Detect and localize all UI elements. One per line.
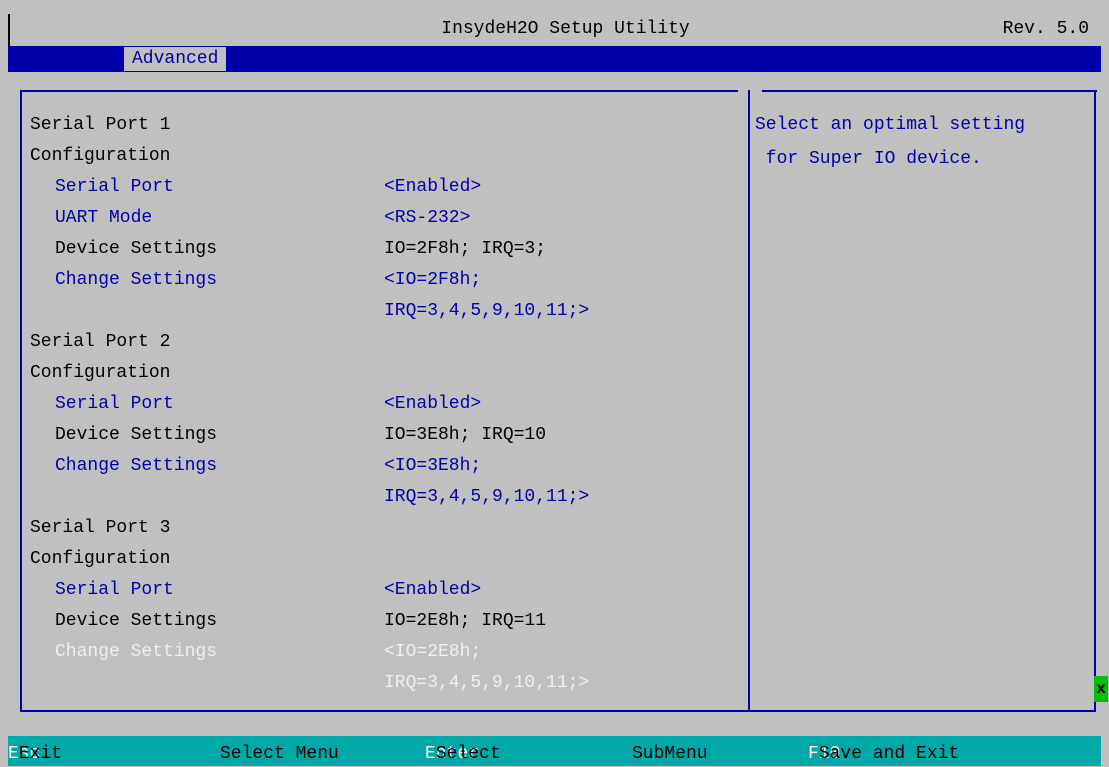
footer-bar: Esc Exit Select Menu Enter Select SubMen… [8,736,1101,766]
setting-row[interactable]: Change Settings <IO=3E8h; [0,453,740,479]
revision-label: Rev. 5.0 [1002,19,1089,39]
setting-value: IO=2E8h; IRQ=11 [384,611,547,631]
divider [748,90,750,710]
setting-label: Serial Port 1 [30,115,171,135]
setting-label: Serial Port [55,580,174,600]
setting-label: Configuration [30,146,171,166]
setting-row: Configuration [0,360,740,386]
setting-row: Device Settings IO=2F8h; IRQ=3; [0,236,740,262]
setting-row[interactable]: Change Settings <IO=2E8h; [0,639,740,665]
tab-advanced[interactable]: Advanced [124,47,227,71]
divider [20,90,738,92]
divider [762,90,1097,92]
setting-row[interactable]: Change Settings <IO=2F8h; [0,267,740,293]
footer-key-f10[interactable]: F10 Save and Exit [808,740,959,764]
setting-label: Configuration [30,363,171,383]
footer-key-esc[interactable]: Esc Exit [8,740,62,764]
setting-value: IO=2F8h; IRQ=3; [384,239,547,259]
app-title: InsydeH2O Setup Utility [441,19,690,39]
setting-label: Serial Port 2 [30,332,171,352]
setting-label: Change Settings [55,456,218,476]
setting-label: Device Settings [55,611,218,631]
setting-value[interactable]: <RS-232> [384,205,470,231]
setting-value[interactable]: <IO=2F8h; [384,267,481,293]
scroll-indicator: x [1094,676,1108,702]
setting-label: Serial Port 3 [30,518,171,538]
setting-label: Change Settings [55,270,218,290]
setting-row: Serial Port 2 [0,329,740,355]
setting-label: Device Settings [55,239,218,259]
setting-label: Change Settings [55,642,218,662]
setting-row[interactable]: Serial Port <Enabled> [0,174,740,200]
setting-row: Device Settings IO=3E8h; IRQ=10 [0,422,740,448]
setting-row: Device Settings IO=2E8h; IRQ=11 [0,608,740,634]
setting-row[interactable]: UART Mode <RS-232> [0,205,740,231]
setting-row[interactable]: IRQ=3,4,5,9,10,11;> [0,298,740,324]
setting-value[interactable]: IRQ=3,4,5,9,10,11;> [384,670,589,696]
setting-value[interactable]: <Enabled> [384,174,481,200]
setting-value[interactable]: <IO=2E8h; [384,639,481,665]
setting-label: Configuration [30,549,171,569]
setting-value[interactable]: <Enabled> [384,577,481,603]
setting-label: Serial Port [55,177,174,197]
setting-row: Configuration [0,546,740,572]
setting-value[interactable]: <IO=3E8h; [384,453,481,479]
setting-value[interactable]: IRQ=3,4,5,9,10,11;> [384,484,589,510]
setting-row[interactable]: IRQ=3,4,5,9,10,11;> [0,670,740,696]
setting-value: IO=3E8h; IRQ=10 [384,425,547,445]
setting-value[interactable]: IRQ=3,4,5,9,10,11;> [384,298,589,324]
setting-row[interactable]: Serial Port <Enabled> [0,391,740,417]
setting-row[interactable]: Serial Port <Enabled> [0,577,740,603]
setting-value[interactable]: <Enabled> [384,391,481,417]
menu-bar: Advanced [8,46,1101,72]
setting-label: UART Mode [55,208,153,228]
setting-row[interactable]: IRQ=3,4,5,9,10,11;> [0,484,740,510]
setting-label: Serial Port [55,394,174,414]
footer-key-enter[interactable]: Enter Select [425,740,501,764]
setting-row: Configuration [0,143,740,169]
help-text: Select an optimal setting for Super IO d… [755,115,1026,169]
setting-row: Serial Port 3 [0,515,740,541]
setting-row: Serial Port 1 [0,112,740,138]
setting-label: Device Settings [55,425,218,445]
title-bar: InsydeH2O Setup Utility Rev. 5.0 [8,14,1101,46]
